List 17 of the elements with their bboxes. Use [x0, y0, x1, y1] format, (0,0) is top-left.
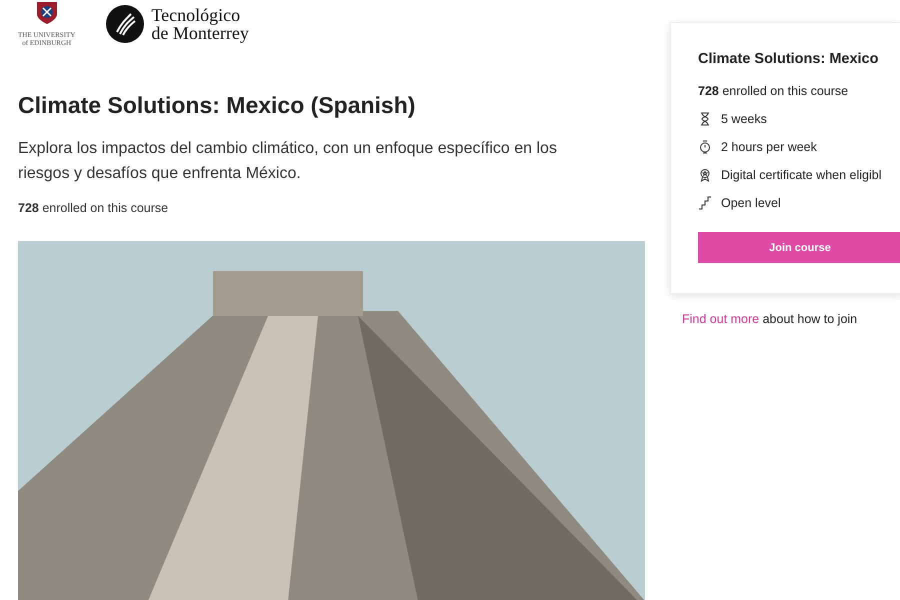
enrolled-count: 728 enrolled on this course	[698, 84, 848, 98]
steps-icon	[698, 196, 712, 210]
course-description: Explora los impactos del cambio climático, con un enfoque específico en los riesgos y desafíos que enfrenta México.	[18, 139, 558, 184]
course-fact: 5 weeks	[721, 112, 767, 126]
institute-logo: Tecnológico de Monterrey	[105, 4, 249, 44]
award-icon	[698, 168, 712, 182]
course-title: Climate Solutions: Mexico (Spanish)	[18, 92, 416, 119]
enrolled-count: 728 enrolled on this course	[18, 200, 168, 215]
course-fact: Open level	[721, 196, 781, 210]
course-fact: 2 hours per week	[721, 140, 817, 154]
find-out-more-link[interactable]: Find out more	[682, 312, 760, 326]
join-note: about how to join	[762, 312, 858, 326]
join-course-button[interactable]: Join course	[698, 232, 900, 263]
card-title: Climate Solutions: Mexico	[698, 51, 880, 67]
hourglass-icon	[698, 112, 712, 126]
course-fact: Digital certificate when eligibl	[721, 168, 882, 182]
stopwatch-icon	[698, 140, 712, 154]
